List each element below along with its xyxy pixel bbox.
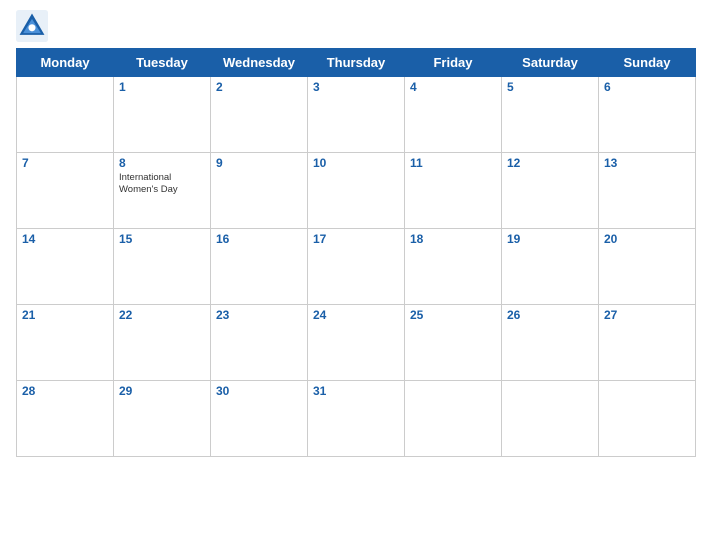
calendar-cell: 1 [114,77,211,153]
calendar-cell: 17 [308,229,405,305]
col-wednesday: Wednesday [211,49,308,77]
calendar-cell: 25 [405,305,502,381]
day-number: 27 [604,308,690,322]
day-number: 30 [216,384,302,398]
col-monday: Monday [17,49,114,77]
calendar-cell [17,77,114,153]
calendar-week-row: 21 22 23 24 25 26 27 [17,305,696,381]
day-number: 17 [313,232,399,246]
day-number: 6 [604,80,690,94]
calendar-cell: 13 [599,153,696,229]
day-number: 20 [604,232,690,246]
calendar-week-row: 14 15 16 17 18 19 20 [17,229,696,305]
calendar-cell: 12 [502,153,599,229]
day-number: 28 [22,384,108,398]
day-number: 2 [216,80,302,94]
day-number: 9 [216,156,302,170]
day-number: 7 [22,156,108,170]
calendar-cell: 9 [211,153,308,229]
calendar-cell: 24 [308,305,405,381]
day-number: 26 [507,308,593,322]
calendar-cell [405,381,502,457]
calendar-cell: 29 [114,381,211,457]
logo [16,10,52,42]
calendar-cell: 14 [17,229,114,305]
calendar-cell: 16 [211,229,308,305]
calendar-week-row: 78 International Women's Day 9 10 11 12 13 [17,153,696,229]
calendar-cell: 22 [114,305,211,381]
weekday-header-row: Monday Tuesday Wednesday Thursday Friday… [17,49,696,77]
calendar-cell: 5 [502,77,599,153]
col-saturday: Saturday [502,49,599,77]
generalblue-logo-icon [16,10,48,42]
calendar-cell: 11 [405,153,502,229]
calendar-cell: 6 [599,77,696,153]
calendar-week-row: 28 29 30 31 [17,381,696,457]
day-number: 11 [410,156,496,170]
col-thursday: Thursday [308,49,405,77]
page-header [16,10,696,42]
calendar-cell: 28 [17,381,114,457]
calendar-cell: 27 [599,305,696,381]
calendar-body: 12345678International Women's Day9101112… [17,77,696,457]
day-number: 8 [119,156,205,170]
day-number: 22 [119,308,205,322]
calendar-cell: 26 [502,305,599,381]
calendar-cell: 7 [17,153,114,229]
day-number: 21 [22,308,108,322]
day-number: 16 [216,232,302,246]
calendar-cell: 10 [308,153,405,229]
day-number: 29 [119,384,205,398]
calendar-cell: 18 [405,229,502,305]
calendar-cell [599,381,696,457]
calendar-header: Monday Tuesday Wednesday Thursday Friday… [17,49,696,77]
event-label: International Women's Day [119,172,205,197]
day-number: 15 [119,232,205,246]
calendar-cell: 4 [405,77,502,153]
day-number: 13 [604,156,690,170]
day-number: 1 [119,80,205,94]
day-number: 24 [313,308,399,322]
day-number: 14 [22,232,108,246]
day-number: 4 [410,80,496,94]
calendar-cell: 31 [308,381,405,457]
day-number: 23 [216,308,302,322]
col-sunday: Sunday [599,49,696,77]
calendar-cell: 8 International Women's Day [114,153,211,229]
calendar-cell: 21 [17,305,114,381]
calendar-cell: 3 [308,77,405,153]
calendar-week-row: 123456 [17,77,696,153]
day-number: 10 [313,156,399,170]
day-number: 12 [507,156,593,170]
col-tuesday: Tuesday [114,49,211,77]
day-number: 18 [410,232,496,246]
day-number: 5 [507,80,593,94]
calendar-cell: 20 [599,229,696,305]
calendar-cell: 19 [502,229,599,305]
calendar-cell: 30 [211,381,308,457]
day-number: 25 [410,308,496,322]
calendar-cell: 2 [211,77,308,153]
col-friday: Friday [405,49,502,77]
calendar-page: Monday Tuesday Wednesday Thursday Friday… [0,0,712,550]
day-number: 3 [313,80,399,94]
calendar-cell: 23 [211,305,308,381]
calendar-cell [502,381,599,457]
calendar-table: Monday Tuesday Wednesday Thursday Friday… [16,48,696,457]
calendar-cell: 15 [114,229,211,305]
day-number: 19 [507,232,593,246]
day-number: 31 [313,384,399,398]
